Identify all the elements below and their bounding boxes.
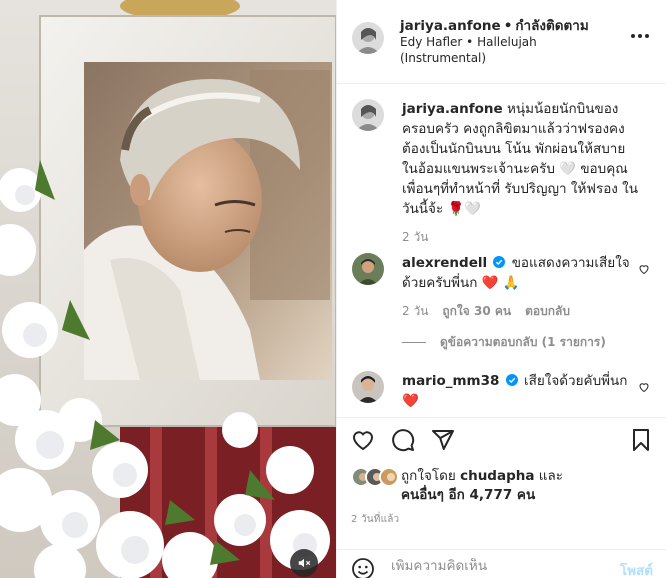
avatar [379, 467, 399, 487]
liked-by-avatars[interactable] [351, 467, 399, 487]
separator: • [503, 18, 513, 34]
post-media[interactable] [0, 0, 336, 578]
comment-time[interactable]: 2 วัน [402, 301, 428, 321]
comment-meta: 2 วัน ถูกใจ 30 คน ตอบกลับ [402, 301, 642, 321]
bookmark-icon[interactable] [629, 428, 653, 452]
post-actions: ถูกใจโดย chudapha และ คนอื่นๆ อีก 4,777 … [337, 417, 666, 578]
caption-meta: 2 วัน [402, 227, 642, 247]
like-heart-icon[interactable] [351, 428, 375, 452]
avatar[interactable] [352, 99, 384, 131]
memorial-photo-image [0, 0, 336, 578]
liked-by-user[interactable]: chudapha [460, 468, 534, 484]
avatar-image [352, 22, 384, 54]
likes-prefix: ถูกใจโดย [401, 468, 456, 484]
caption-text: หนุ่มน้อยนักบินของครอบครัว คงถูกลิขิตมาแ… [402, 101, 639, 217]
avatar-image [381, 469, 397, 485]
comment-likes[interactable]: ถูกใจ 30 คน [442, 301, 511, 321]
likes-summary: ถูกใจโดย chudapha และ คนอื่นๆ อีก 4,777 … [401, 467, 651, 505]
verified-badge-icon [505, 374, 518, 386]
comment-username[interactable]: alexrendell [402, 255, 487, 271]
audio-link[interactable]: Edy Hafler • Hallelujah (Instrumental) [400, 34, 580, 66]
comment-body: alexrendell ขอแสดงความเสียใจด้วยครับพี่น… [402, 253, 642, 321]
avatar[interactable] [352, 371, 384, 403]
post-header: jariya.anfone • กำลังติดตาม Edy Hafler • H… [337, 0, 666, 84]
comment-bubble-icon[interactable] [391, 428, 415, 452]
header-username[interactable]: jariya.anfone [400, 18, 501, 34]
emoji-icon[interactable] [351, 557, 375, 578]
caption-time[interactable]: 2 วัน [402, 227, 428, 247]
share-paper-plane-icon[interactable] [431, 428, 455, 452]
post-side-panel: jariya.anfone • กำลังติดตาม Edy Hafler • H… [336, 0, 666, 578]
comment-body: mario_mm38 เสียใจด้วยคับพี่นก❤️ [402, 371, 642, 411]
view-replies-label: ดูข้อความตอบกลับ (1 รายการ) [440, 335, 606, 349]
avatar-image [352, 253, 384, 285]
likes-middle: และ [538, 468, 563, 484]
view-replies-button[interactable]: ดูข้อความตอบกลับ (1 รายการ) [402, 333, 606, 352]
comment-input[interactable] [391, 558, 601, 574]
likes-others-link[interactable]: คนอื่นๆ อีก 4,777 คน [401, 487, 535, 503]
comment-username[interactable]: mario_mm38 [402, 373, 499, 389]
reply-button[interactable]: ตอบกลับ [525, 301, 570, 321]
mute-button[interactable] [290, 549, 318, 577]
divider-line [402, 342, 426, 343]
avatar[interactable] [352, 253, 384, 285]
like-comment-heart-icon[interactable] [638, 381, 650, 393]
avatar-image [352, 99, 384, 131]
post-comment-button[interactable]: โพสต์ [620, 559, 653, 578]
header-line: jariya.anfone • กำลังติดตาม [400, 14, 589, 36]
verified-badge-icon [493, 256, 506, 268]
follow-status-button[interactable]: กำลังติดตาม [515, 18, 588, 34]
like-comment-heart-icon[interactable] [638, 263, 650, 275]
more-horizontal-icon[interactable] [629, 30, 651, 42]
caption-username[interactable]: jariya.anfone [402, 101, 503, 117]
comments-list[interactable]: jariya.anfone หนุ่มน้อยนักบินของครอบครัว… [337, 85, 666, 417]
avatar[interactable] [352, 22, 384, 54]
add-comment-bar: โพสต์ [337, 549, 666, 578]
speaker-muted-icon [298, 558, 311, 568]
avatar-image [352, 371, 384, 403]
post-time[interactable]: 2 วันที่แล้ว [351, 512, 399, 527]
action-icons [351, 428, 455, 452]
caption-body: jariya.anfone หนุ่มน้อยนักบินของครอบครัว… [402, 99, 642, 247]
